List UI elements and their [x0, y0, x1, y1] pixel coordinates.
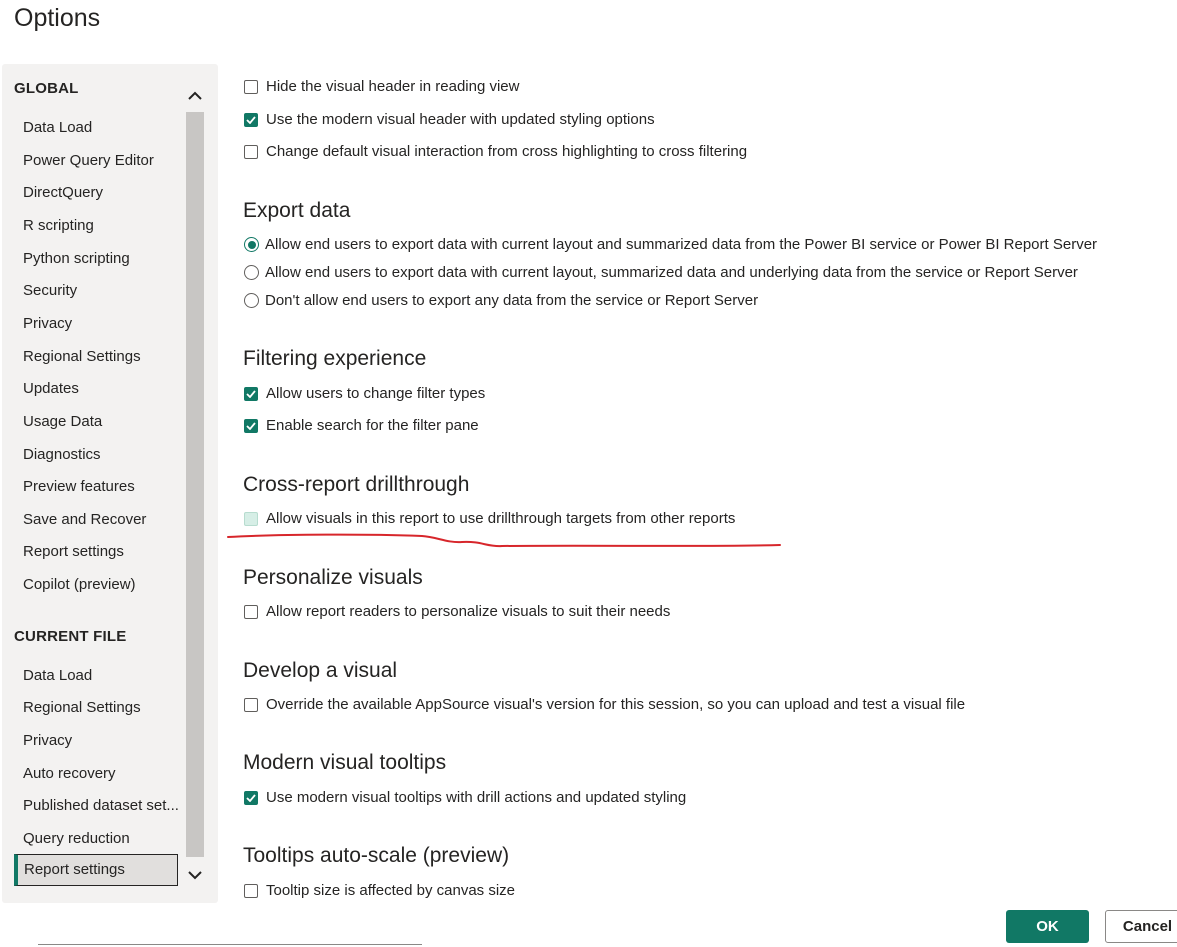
dialog-title: Options [14, 4, 101, 32]
option-modern-visual-header[interactable]: Use the modern visual header with update… [244, 111, 655, 128]
heading-cross-report-drillthrough: Cross-report drillthrough [243, 473, 470, 496]
option-cross-report-drillthrough[interactable]: Allow visuals in this report to use dril… [244, 510, 735, 527]
radio-button[interactable] [244, 265, 259, 280]
scroll-up-button[interactable] [186, 84, 204, 108]
sidebar-item-cf-regional-settings[interactable]: Regional Settings [23, 699, 141, 716]
option-label: Don't allow end users to export any data… [265, 292, 759, 309]
heading-modern-tooltips: Modern visual tooltips [243, 751, 447, 774]
checkmark-icon [246, 115, 256, 124]
option-cross-filtering[interactable]: Change default visual interaction from c… [244, 143, 747, 160]
checkmark-icon [246, 793, 256, 802]
option-modern-tooltips[interactable]: Use modern visual tooltips with drill ac… [244, 789, 686, 806]
checkbox-checked[interactable] [244, 386, 258, 401]
radio-export-summarized[interactable]: Allow end users to export data with curr… [244, 236, 1097, 253]
option-label: Allow visuals in this report to use dril… [266, 510, 736, 527]
sidebar-item-cf-data-load[interactable]: Data Load [23, 667, 92, 684]
heading-personalize-visuals: Personalize visuals [243, 566, 423, 589]
checkbox[interactable] [244, 697, 258, 712]
sidebar-item-privacy[interactable]: Privacy [23, 315, 72, 332]
sidebar-section-global: GLOBAL [14, 80, 79, 97]
checkbox[interactable] [244, 604, 258, 619]
report-settings-panel: Hide the visual header in reading view U… [222, 40, 1177, 908]
cancel-button[interactable]: Cancel [1105, 910, 1177, 943]
sidebar-item-preview-features[interactable]: Preview features [23, 478, 135, 495]
sidebar-item-cf-report-settings[interactable]: Report settings [14, 854, 178, 886]
option-change-filter-types[interactable]: Allow users to change filter types [244, 385, 485, 402]
option-personalize-visuals[interactable]: Allow report readers to personalize visu… [244, 603, 670, 620]
heading-export-data: Export data [243, 199, 351, 222]
chevron-up-icon [188, 91, 202, 100]
option-label: Allow end users to export data with curr… [265, 264, 1078, 281]
option-filter-pane-search[interactable]: Enable search for the filter pane [244, 417, 479, 434]
option-label: Use the modern visual header with update… [266, 111, 655, 128]
option-override-appsource[interactable]: Override the available AppSource visual'… [244, 696, 965, 713]
ok-button[interactable]: OK [1006, 910, 1089, 943]
sidebar-item-copilot[interactable]: Copilot (preview) [23, 576, 136, 593]
option-label: Change default visual interaction from c… [266, 143, 748, 160]
scroll-down-button[interactable] [186, 863, 204, 887]
option-label: Allow report readers to personalize visu… [266, 603, 671, 620]
checkbox-disabled[interactable] [244, 511, 258, 526]
option-label: Allow end users to export data with curr… [265, 236, 1098, 253]
option-label: Allow users to change filter types [266, 385, 486, 402]
sidebar-item-cf-published-dataset[interactable]: Published dataset set... [23, 797, 179, 814]
sidebar-item-updates[interactable]: Updates [23, 380, 79, 397]
chevron-down-icon [188, 871, 202, 880]
heading-filtering-experience: Filtering experience [243, 347, 427, 370]
sidebar-item-directquery[interactable]: DirectQuery [23, 184, 103, 201]
radio-button[interactable] [244, 293, 259, 308]
checkbox-checked[interactable] [244, 418, 258, 433]
sidebar-item-cf-auto-recovery[interactable]: Auto recovery [23, 765, 116, 782]
checkbox[interactable] [244, 144, 258, 159]
option-hide-visual-header[interactable]: Hide the visual header in reading view [244, 78, 519, 95]
option-label: Override the available AppSource visual'… [266, 696, 966, 713]
checkbox[interactable] [244, 883, 258, 898]
sidebar-item-data-load[interactable]: Data Load [23, 119, 92, 136]
sidebar-item-save-and-recover[interactable]: Save and Recover [23, 511, 146, 528]
radio-export-underlying[interactable]: Allow end users to export data with curr… [244, 264, 1078, 281]
sidebar-item-report-settings-global[interactable]: Report settings [23, 543, 124, 560]
sidebar-item-r-scripting[interactable]: R scripting [23, 217, 94, 234]
sidebar-scrollbar[interactable] [186, 80, 204, 900]
radio-export-none[interactable]: Don't allow end users to export any data… [244, 292, 758, 309]
sidebar-item-regional-settings[interactable]: Regional Settings [23, 348, 141, 365]
sidebar-item-power-query-editor[interactable]: Power Query Editor [23, 152, 154, 169]
options-sidebar: GLOBAL Data Load Power Query Editor Dire… [2, 64, 218, 903]
sidebar-item-cf-query-reduction[interactable]: Query reduction [23, 830, 130, 847]
sidebar-item-usage-data[interactable]: Usage Data [23, 413, 102, 430]
heading-develop-visual: Develop a visual [243, 659, 398, 682]
sidebar-item-diagnostics[interactable]: Diagnostics [23, 446, 101, 463]
sidebar-item-cf-privacy[interactable]: Privacy [23, 732, 72, 749]
option-label: Hide the visual header in reading view [266, 78, 520, 95]
option-tooltip-size[interactable]: Tooltip size is affected by canvas size [244, 882, 515, 899]
scroll-thumb[interactable] [186, 112, 204, 857]
checkbox[interactable] [244, 79, 258, 94]
checkbox-checked[interactable] [244, 112, 258, 127]
sidebar-item-python-scripting[interactable]: Python scripting [23, 250, 130, 267]
sidebar-item-security[interactable]: Security [23, 282, 77, 299]
option-label: Use modern visual tooltips with drill ac… [266, 789, 687, 806]
heading-tooltips-autoscale: Tooltips auto-scale (preview) [243, 844, 510, 867]
sidebar-section-current-file: CURRENT FILE [14, 628, 127, 645]
option-label: Tooltip size is affected by canvas size [266, 882, 516, 899]
checkmark-icon [246, 389, 256, 398]
radio-button-selected[interactable] [244, 237, 259, 252]
footer-divider [38, 944, 422, 945]
checkmark-icon [246, 421, 256, 430]
option-label: Enable search for the filter pane [266, 417, 479, 434]
checkbox-checked[interactable] [244, 790, 258, 805]
